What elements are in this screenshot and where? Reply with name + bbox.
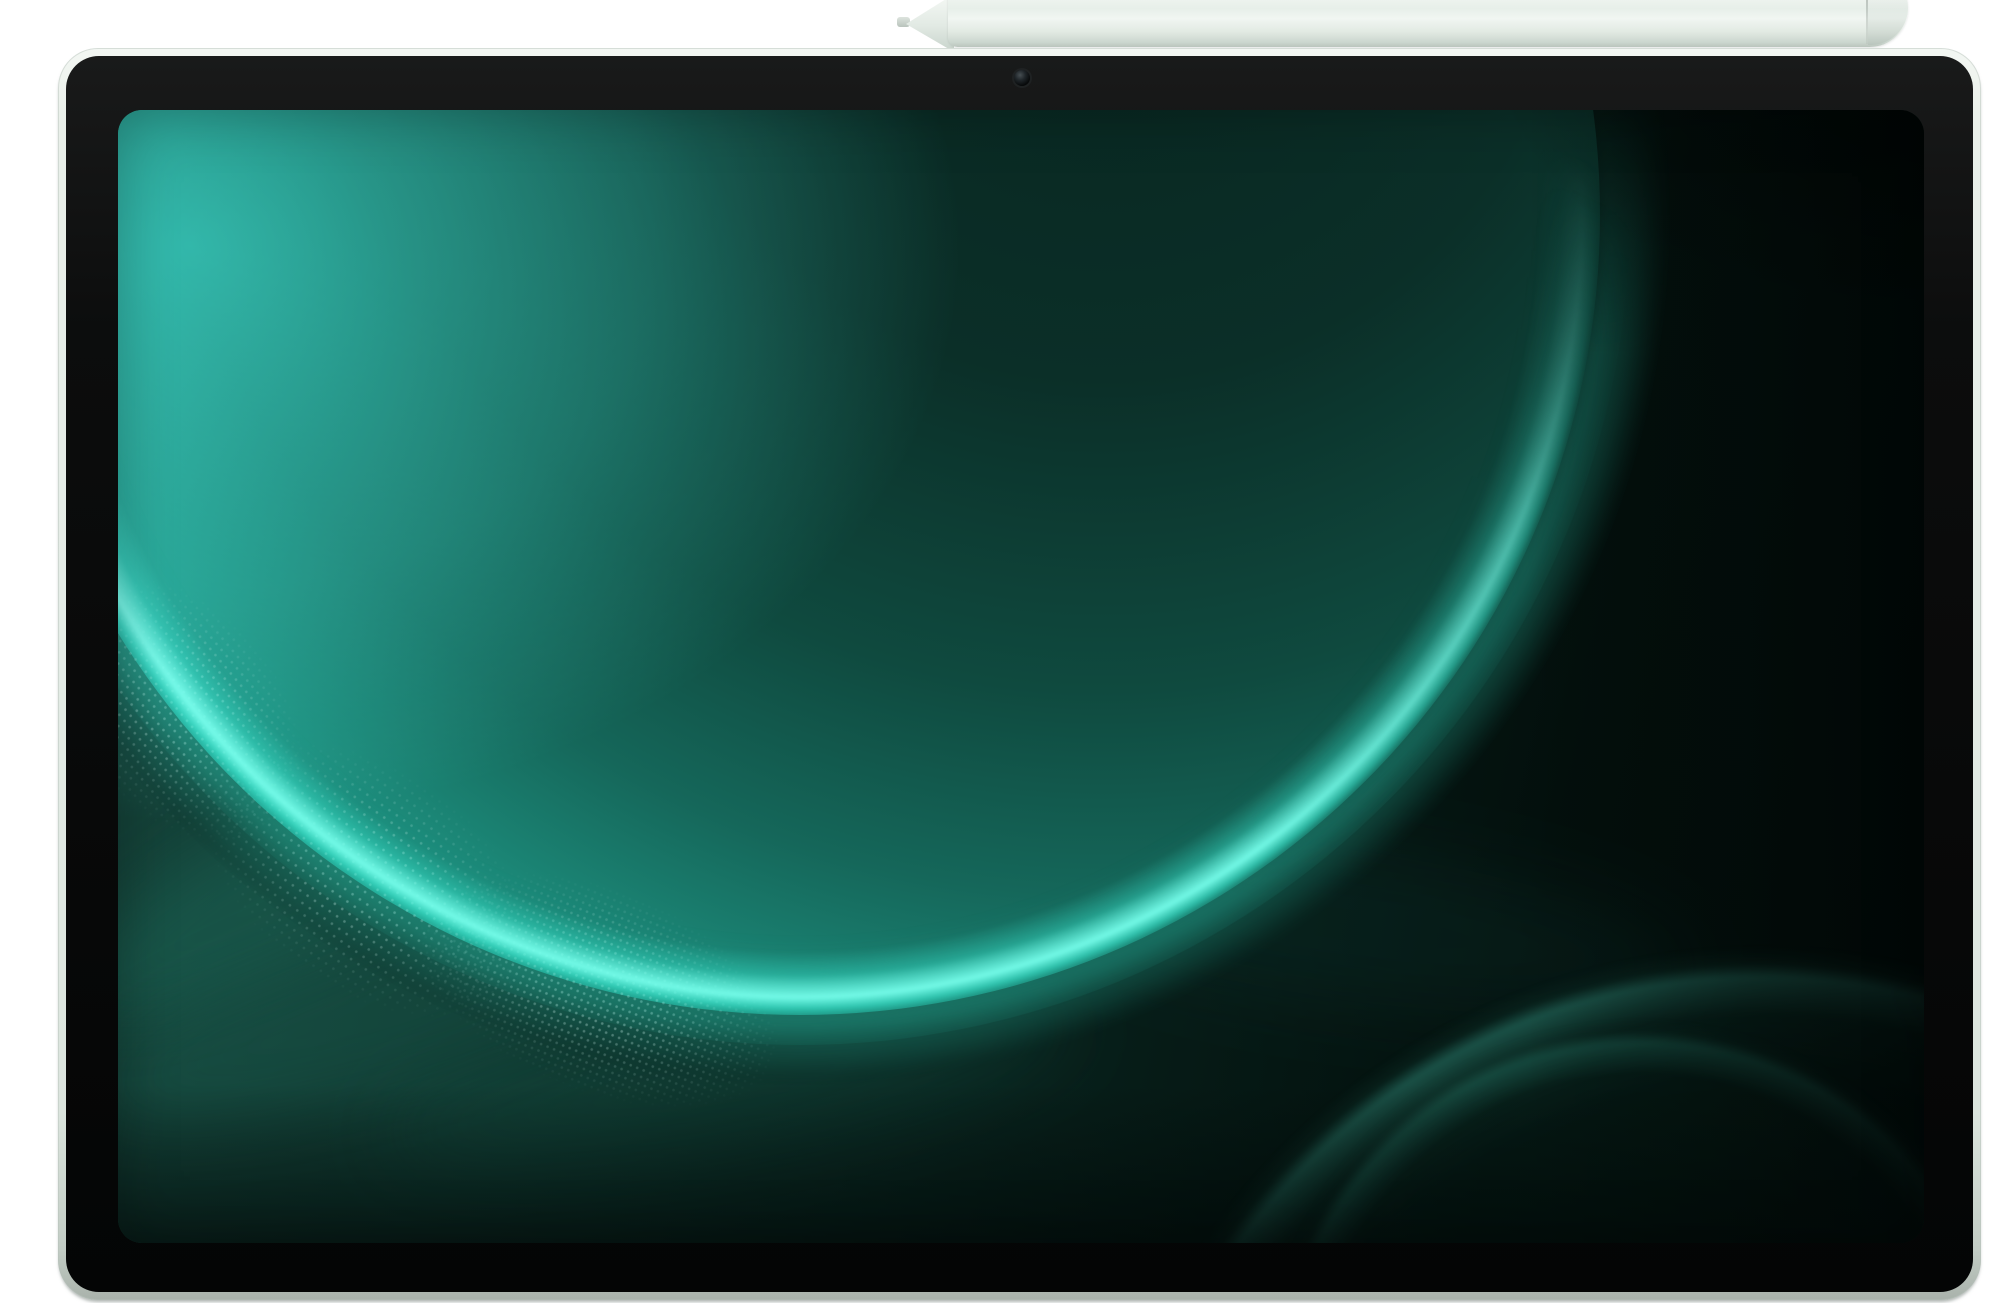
product-photo-stage: [0, 0, 2000, 1303]
screen-inner-vignette: [118, 110, 1924, 1243]
stylus-body: [948, 0, 1908, 47]
tablet-screen: [118, 110, 1924, 1243]
stylus-tip-cone: [906, 0, 954, 48]
front-camera-icon: [1014, 70, 1030, 86]
tablet-frame: [58, 48, 1981, 1300]
stylus-cap: [1868, 0, 1908, 45]
stylus-tip-nib: [897, 17, 910, 27]
